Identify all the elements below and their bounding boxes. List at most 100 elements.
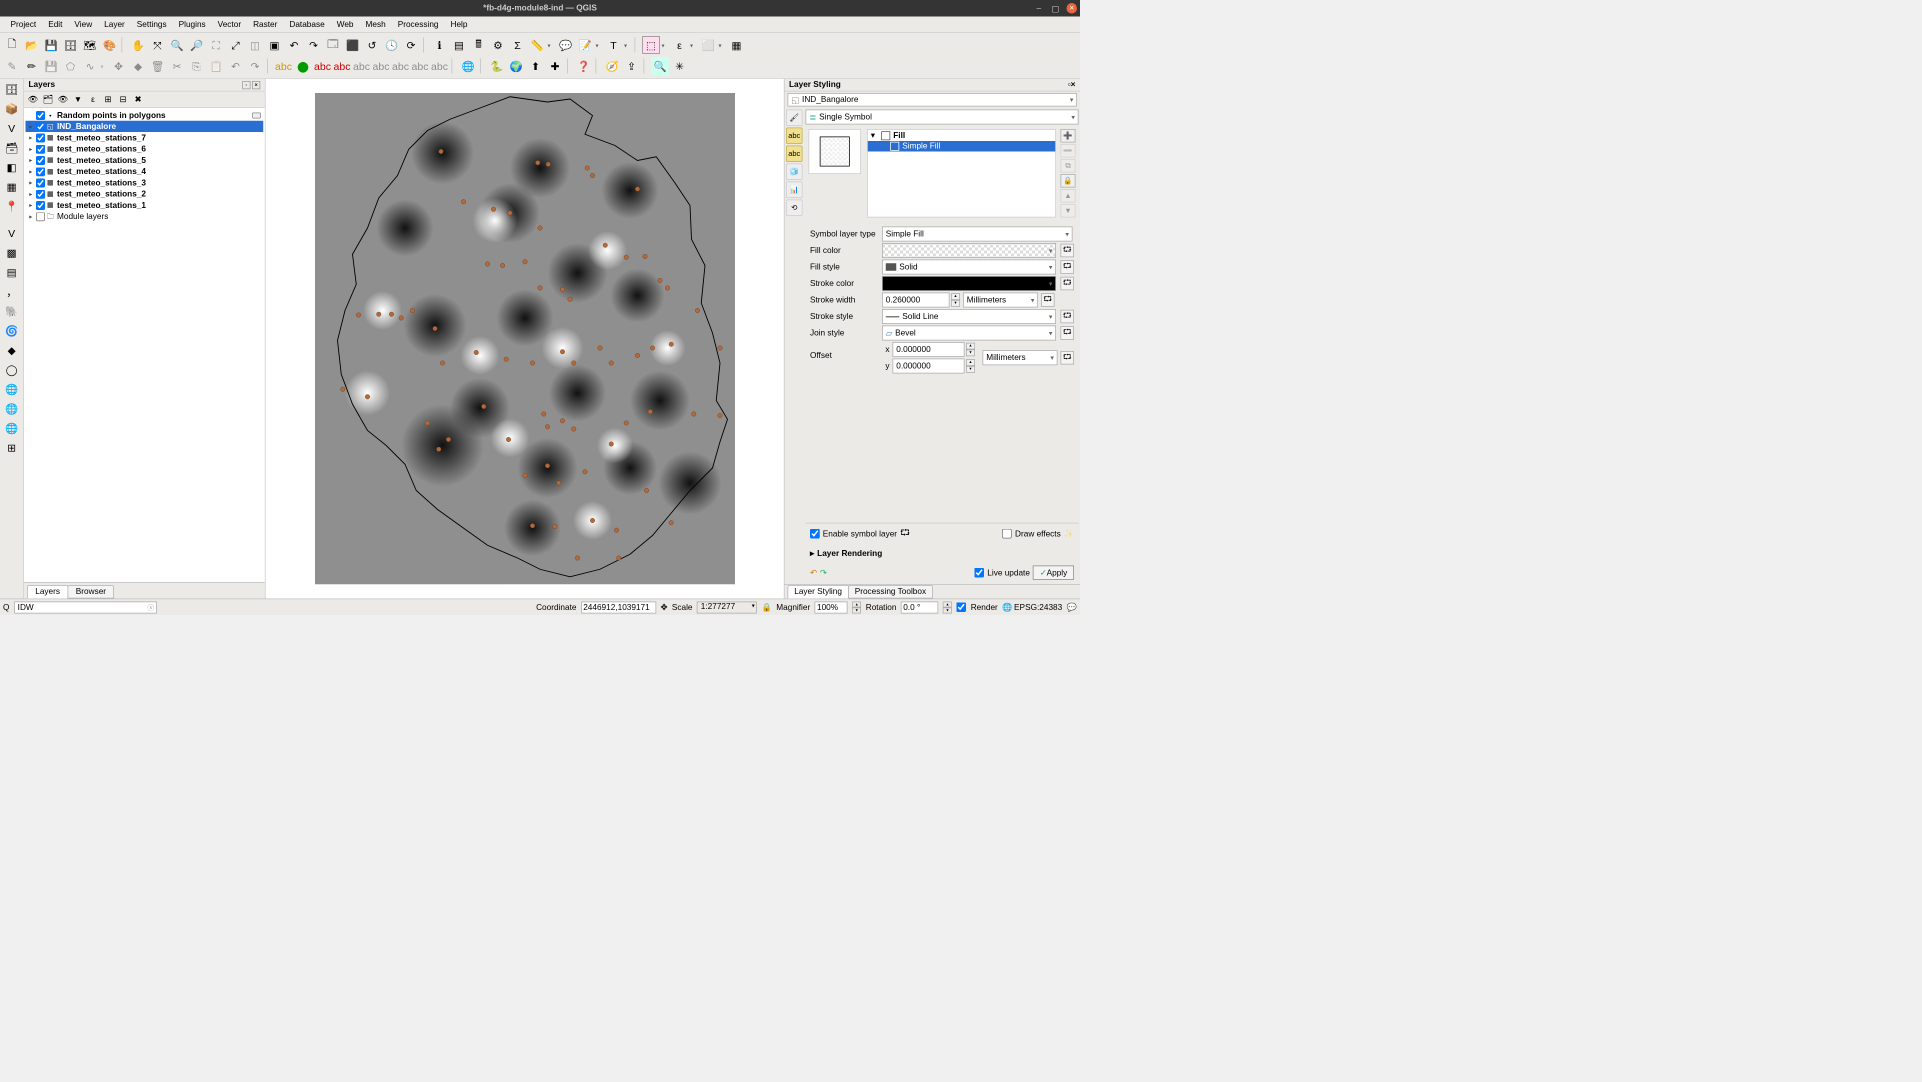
expand-icon[interactable]: ▸: [27, 179, 35, 186]
open-project-icon[interactable]: 📂: [23, 36, 41, 54]
symbol-mode-selector[interactable]: ≣ Single Symbol: [806, 110, 1079, 125]
layer-row[interactable]: ▸▦test_meteo_stations_2: [26, 188, 264, 199]
label-cfg2-icon[interactable]: abc: [372, 57, 390, 75]
enable-symbol-layer-checkbox[interactable]: [810, 529, 820, 539]
label-rule-icon[interactable]: ⬤: [294, 57, 312, 75]
offset-y-input[interactable]: [893, 359, 965, 374]
layer-row[interactable]: ▸◱IND_Bangalore: [26, 121, 264, 132]
fill-style-select[interactable]: Solid: [882, 260, 1056, 275]
expand-icon[interactable]: ▸: [27, 191, 35, 198]
join-style-select[interactable]: ▱Bevel: [882, 326, 1056, 341]
add-postgis-icon[interactable]: 🐘: [3, 302, 21, 320]
zoom-selection-icon[interactable]: ◫: [246, 36, 264, 54]
zoom-layer-icon[interactable]: ▣: [266, 36, 284, 54]
crs-button[interactable]: 🌐EPSG:24383: [1002, 602, 1062, 612]
rotation-input[interactable]: [901, 601, 939, 613]
select-features-icon[interactable]: ⬚: [642, 36, 660, 54]
edits-icon[interactable]: ✎: [3, 57, 21, 75]
offset-x-input[interactable]: [893, 342, 965, 357]
visibility-icon[interactable]: 👁: [57, 93, 69, 105]
fill-color-picker[interactable]: [882, 243, 1056, 258]
dropdown-icon[interactable]: ▾: [690, 42, 698, 49]
data-override-icon[interactable]: ⮔: [1061, 351, 1075, 365]
spinner[interactable]: ▴▾: [951, 293, 960, 307]
layer-row[interactable]: ▸▦test_meteo_stations_5: [26, 155, 264, 166]
save-project-icon[interactable]: 💾: [42, 36, 60, 54]
collapse-icon[interactable]: ⊟: [117, 93, 129, 105]
stroke-style-select[interactable]: Solid Line: [882, 309, 1056, 324]
expression-filter-icon[interactable]: ε: [87, 93, 99, 105]
redo-style-icon[interactable]: ↷: [820, 568, 827, 578]
zoom-next-icon[interactable]: ↷: [305, 36, 323, 54]
delete-icon[interactable]: 🗑: [149, 57, 167, 75]
spinner[interactable]: ▴▾: [966, 343, 975, 357]
toggle-edit-icon[interactable]: ✏: [23, 57, 41, 75]
attr-table-icon[interactable]: ▤: [450, 36, 468, 54]
osm-icon[interactable]: 🌍: [507, 57, 525, 75]
effects-icon[interactable]: ✨: [1064, 529, 1074, 539]
layer-row[interactable]: ▸▦test_meteo_stations_7: [26, 132, 264, 143]
map-tips-icon[interactable]: 💬: [557, 36, 575, 54]
new-3d-view-icon[interactable]: ⬛: [344, 36, 362, 54]
menu-mesh[interactable]: Mesh: [360, 18, 392, 30]
move-feature-icon[interactable]: ✥: [110, 57, 128, 75]
remove-layer-icon[interactable]: ✖: [132, 93, 144, 105]
dropdown-icon[interactable]: ▾: [624, 42, 632, 49]
processing-icon[interactable]: ⚙: [489, 36, 507, 54]
close-panel-icon[interactable]: ×: [1071, 80, 1076, 89]
layer-row[interactable]: ▸🗀Module layers: [26, 211, 264, 222]
label-hl-icon[interactable]: abc: [314, 57, 332, 75]
expand-icon[interactable]: ▸: [27, 157, 35, 164]
layer-row[interactable]: ▸▦test_meteo_stations_1: [26, 200, 264, 211]
spinner[interactable]: ▴▾: [852, 601, 861, 613]
vertex-tool-icon[interactable]: ◆: [129, 57, 147, 75]
menu-plugins[interactable]: Plugins: [173, 18, 212, 30]
spinner[interactable]: ▴▾: [943, 601, 952, 613]
labels-tab-icon[interactable]: abc: [786, 128, 803, 145]
dropdown-icon[interactable]: ▾: [548, 42, 556, 49]
new-shapefile-icon[interactable]: V: [3, 119, 21, 137]
maximize-button[interactable]: ▢: [1050, 3, 1061, 14]
add-wms-icon[interactable]: 🌐: [3, 380, 21, 398]
expand-icon[interactable]: ▸: [810, 548, 814, 558]
digitize-icon[interactable]: ∿: [81, 57, 99, 75]
menu-settings[interactable]: Settings: [131, 18, 173, 30]
close-panel-icon[interactable]: ×: [252, 81, 260, 89]
live-update-checkbox[interactable]: [975, 568, 985, 578]
new-map-view-icon[interactable]: 🗔: [324, 36, 342, 54]
locator-search-input[interactable]: [14, 601, 157, 613]
expand-icon[interactable]: ▸: [27, 146, 35, 153]
zoom-in-icon[interactable]: 🔍: [168, 36, 186, 54]
styling-layer-selector[interactable]: ◱ IND_Bangalore: [788, 93, 1078, 107]
dup-symbol-icon[interactable]: ⧉: [1061, 159, 1076, 173]
qms-add-icon[interactable]: ✳: [671, 57, 689, 75]
data-override-icon[interactable]: ⮔: [1041, 293, 1055, 307]
undock-icon[interactable]: ▫: [242, 81, 250, 89]
menu-project[interactable]: Project: [5, 18, 43, 30]
add-xyz-icon[interactable]: ⊞: [3, 439, 21, 457]
move-down-icon[interactable]: ▼: [1061, 204, 1076, 218]
zoom-last-icon[interactable]: ↶: [285, 36, 303, 54]
add-wcs-icon[interactable]: 🌐: [3, 419, 21, 437]
remove-symbol-icon[interactable]: ➖: [1061, 144, 1076, 158]
undo-icon[interactable]: ↶: [227, 57, 245, 75]
plugin-a-icon[interactable]: ⬆: [527, 57, 545, 75]
cut-icon[interactable]: ✂: [168, 57, 186, 75]
data-override-icon[interactable]: ⮔: [900, 527, 910, 541]
pan-icon[interactable]: ✋: [129, 36, 147, 54]
stats-icon[interactable]: Σ: [509, 36, 527, 54]
stroke-width-input[interactable]: [882, 293, 950, 308]
theme-icon[interactable]: 👁: [27, 93, 39, 105]
pan-selection-icon[interactable]: ⤧: [149, 36, 167, 54]
draw-effects-checkbox[interactable]: [1002, 529, 1012, 539]
layer-visibility-checkbox[interactable]: [36, 201, 45, 210]
label-cfg3-icon[interactable]: abc: [392, 57, 410, 75]
add-mesh-icon[interactable]: ▤: [3, 263, 21, 281]
lock-icon[interactable]: 🔒: [762, 602, 772, 612]
symbol-tree[interactable]: ▾Fill Simple Fill: [867, 129, 1056, 218]
label-cfg1-icon[interactable]: abc: [353, 57, 371, 75]
zoom-native-icon[interactable]: ⛶: [207, 36, 225, 54]
expand-icon[interactable]: ⊞: [102, 93, 114, 105]
open-data-source-icon[interactable]: 🗄: [3, 80, 21, 98]
masks-tab-icon[interactable]: abc: [786, 146, 803, 163]
